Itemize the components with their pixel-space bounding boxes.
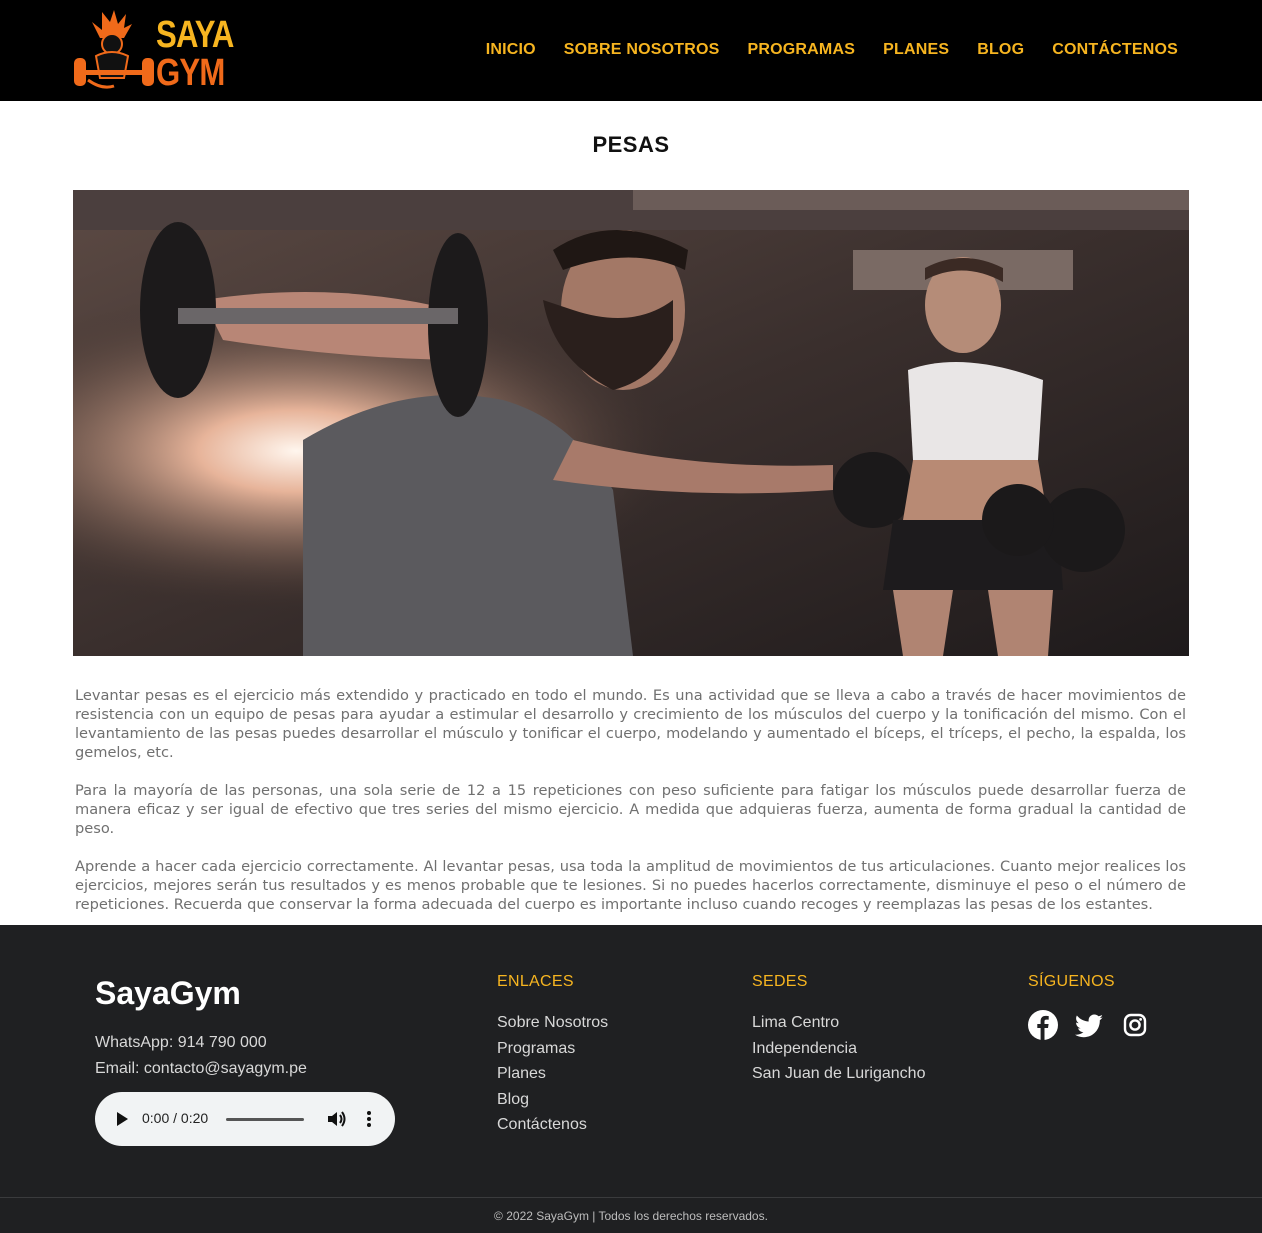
facebook-icon[interactable] xyxy=(1028,1010,1058,1040)
footer-sede-san-juan[interactable]: San Juan de Lurigancho xyxy=(752,1065,925,1091)
volume-icon[interactable] xyxy=(327,1110,347,1128)
saya-gym-logo[interactable]: SAYA GYM xyxy=(72,8,240,94)
audio-player: 0:00 / 0:20 xyxy=(95,1092,395,1146)
nav-planes[interactable]: PLANES xyxy=(883,41,949,59)
main-nav: INICIO SOBRE NOSOTROS PROGRAMAS PLANES B… xyxy=(486,41,1178,59)
footer-sede-independencia[interactable]: Independencia xyxy=(752,1040,925,1066)
footer-whatsapp: WhatsApp: 914 790 000 xyxy=(95,1034,267,1051)
hero-image xyxy=(73,190,1189,656)
footer-link-programas[interactable]: Programas xyxy=(497,1040,608,1066)
logo-text-saya: SAYA xyxy=(156,14,234,56)
more-options-icon[interactable] xyxy=(365,1110,373,1128)
footer-link-planes[interactable]: Planes xyxy=(497,1065,608,1091)
footer-sedes-title: SEDES xyxy=(752,973,808,990)
footer-link-blog[interactable]: Blog xyxy=(497,1091,608,1117)
footer-link-contactenos[interactable]: Contáctenos xyxy=(497,1116,608,1142)
nav-blog[interactable]: BLOG xyxy=(977,41,1024,59)
footer-divider xyxy=(0,1197,1262,1198)
logo-text-gym: GYM xyxy=(156,52,225,94)
copyright: © 2022 SayaGym | Todos los derechos rese… xyxy=(494,1209,768,1223)
paragraph: Para la mayoría de las personas, una sol… xyxy=(75,782,1186,837)
footer-sede-lima-centro[interactable]: Lima Centro xyxy=(752,1014,925,1040)
footer-brand: SayaGym xyxy=(95,975,241,1011)
twitter-icon[interactable] xyxy=(1074,1010,1104,1040)
audio-time: 0:00 / 0:20 xyxy=(142,1110,209,1126)
footer-sedes-list: Lima Centro Independencia San Juan de Lu… xyxy=(752,1014,925,1091)
audio-progress-track[interactable] xyxy=(226,1118,304,1121)
nav-sobre-nosotros[interactable]: SOBRE NOSOTROS xyxy=(564,41,720,59)
instagram-icon[interactable] xyxy=(1120,1010,1150,1040)
nav-programas[interactable]: PROGRAMAS xyxy=(748,41,856,59)
nav-contactenos[interactable]: CONTÁCTENOS xyxy=(1052,41,1178,59)
nav-inicio[interactable]: INICIO xyxy=(486,41,536,59)
play-icon[interactable] xyxy=(117,1112,128,1126)
lifter-logo-icon xyxy=(74,10,154,89)
paragraph: Levantar pesas es el ejercicio más exten… xyxy=(75,687,1186,761)
footer-enlaces-list: Sobre Nosotros Programas Planes Blog Con… xyxy=(497,1014,608,1142)
article-body: Levantar pesas es el ejercicio más exten… xyxy=(75,686,1186,933)
footer-siguenos-title: SÍGUENOS xyxy=(1028,973,1115,990)
footer-enlaces-title: ENLACES xyxy=(497,973,574,990)
page-title: PESAS xyxy=(592,132,670,157)
footer-email: Email: contacto@sayagym.pe xyxy=(95,1060,307,1077)
footer-link-sobre-nosotros[interactable]: Sobre Nosotros xyxy=(497,1014,608,1040)
paragraph: Aprende a hacer cada ejercicio correctam… xyxy=(75,858,1186,913)
site-footer: SayaGym WhatsApp: 914 790 000 Email: con… xyxy=(0,925,1262,1233)
site-header: SAYA GYM INICIO SOBRE NOSOTROS PROGRAMAS… xyxy=(0,0,1262,101)
social-links xyxy=(1028,1010,1150,1040)
